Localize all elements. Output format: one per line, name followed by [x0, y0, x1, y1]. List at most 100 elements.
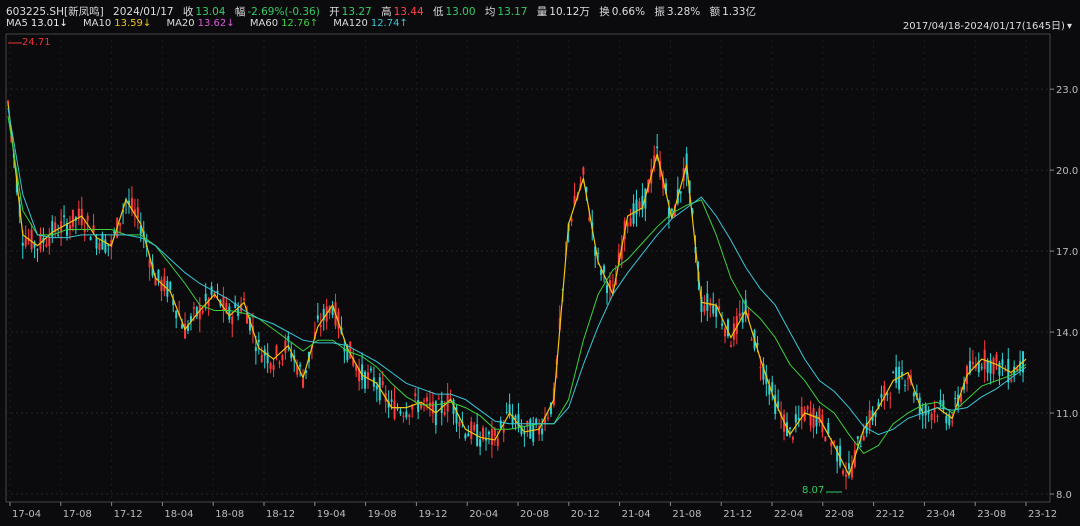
candle-body	[833, 441, 836, 443]
candle-body	[603, 265, 606, 273]
x-tick-label: 18-04	[164, 509, 193, 520]
candle-body	[824, 436, 827, 442]
candle-body	[426, 397, 429, 402]
candle-body	[299, 364, 302, 367]
candle-body	[499, 420, 502, 428]
candle-body	[278, 362, 281, 364]
candle-body	[845, 474, 848, 477]
candle-body	[157, 269, 160, 281]
y-tick-label: 23.0	[1056, 85, 1078, 96]
x-tick-label: 20-12	[571, 509, 600, 520]
candle-body	[892, 371, 895, 374]
candle-body	[316, 315, 319, 320]
x-tick-label: 17-08	[63, 509, 92, 520]
candle-body	[390, 399, 393, 402]
candle-body	[319, 325, 322, 328]
candle-body	[1004, 370, 1007, 372]
candle-body	[364, 371, 367, 389]
candle-body	[638, 201, 641, 209]
candle-body	[95, 237, 98, 249]
candle-body	[729, 344, 732, 347]
candle-body	[679, 191, 682, 194]
candle-body	[405, 411, 408, 418]
candle-body	[936, 415, 939, 417]
candle-body	[951, 421, 954, 423]
candle-body	[706, 293, 709, 311]
candle-body	[136, 207, 139, 219]
candle-body	[629, 218, 632, 227]
candle-body	[399, 411, 402, 414]
candle-body	[980, 367, 983, 369]
candle-body	[532, 423, 535, 442]
candle-body	[859, 446, 862, 448]
candle-body	[582, 167, 585, 175]
candle-body	[505, 411, 508, 413]
candle-body	[163, 276, 166, 291]
candle-body	[284, 340, 287, 353]
candle-body	[703, 305, 706, 312]
candle-body	[611, 284, 614, 286]
candle-body	[243, 298, 246, 301]
candle-body	[420, 402, 423, 409]
candle-body	[921, 414, 924, 416]
candle-body	[771, 382, 774, 391]
candle-body	[912, 392, 915, 397]
candle-body	[998, 362, 1001, 376]
candle-body	[281, 355, 284, 361]
kline-chart[interactable]: 8.0 11.0 14.0 17.0 20.0 23.0 17-04 17-08 17-12 18…	[0, 0, 1080, 526]
candle-body	[930, 413, 933, 420]
candle-body	[160, 279, 163, 292]
candle-body	[63, 215, 66, 217]
candle-body	[417, 400, 420, 412]
candle-body	[464, 434, 467, 439]
candle-body	[169, 282, 172, 290]
candle-body	[924, 404, 927, 416]
candle-body	[68, 225, 71, 230]
candle-body	[842, 470, 845, 474]
candle-body	[408, 414, 411, 417]
candle-body	[257, 339, 260, 343]
candle-body	[529, 419, 532, 439]
candle-body	[24, 238, 27, 247]
candle-body	[175, 310, 178, 319]
candle-body	[393, 400, 396, 419]
candle-body	[605, 285, 608, 294]
x-tick-label: 22-12	[876, 509, 905, 520]
y-tick-label: 17.0	[1056, 247, 1078, 258]
y-tick-label: 14.0	[1056, 328, 1078, 339]
candle-body	[275, 345, 278, 356]
x-tick-label: 19-12	[418, 509, 447, 520]
candle-body	[36, 249, 39, 251]
candle-body	[995, 354, 998, 362]
candle-body	[86, 215, 89, 221]
x-tick-label: 21-12	[723, 509, 752, 520]
candle-body	[508, 404, 511, 413]
candle-body	[414, 393, 417, 397]
candle-body	[712, 304, 715, 314]
candle-body	[381, 381, 384, 386]
high-marker-label: 24.71	[22, 37, 51, 48]
candle-body	[369, 368, 372, 371]
candle-body	[184, 323, 187, 339]
candle-body	[794, 414, 797, 423]
candle-body	[231, 316, 234, 325]
candle-body	[747, 313, 750, 316]
candle-body	[437, 398, 440, 400]
candle-body	[597, 252, 600, 255]
candle-body	[904, 384, 907, 386]
candle-body	[895, 367, 898, 384]
candle-body	[443, 411, 446, 415]
candle-body	[30, 229, 33, 250]
low-marker-label: 8.07	[802, 485, 825, 496]
candle-body	[402, 415, 405, 417]
candle-body	[89, 237, 92, 241]
candle-body	[1001, 359, 1004, 366]
candle-body	[201, 310, 204, 313]
candle-body	[847, 463, 850, 470]
candle-body	[470, 421, 473, 440]
x-tick-label: 20-04	[469, 509, 498, 520]
candle-body	[889, 397, 892, 399]
candle-body	[756, 342, 759, 346]
candle-body	[48, 237, 51, 246]
x-tick-label: 22-08	[825, 509, 854, 520]
